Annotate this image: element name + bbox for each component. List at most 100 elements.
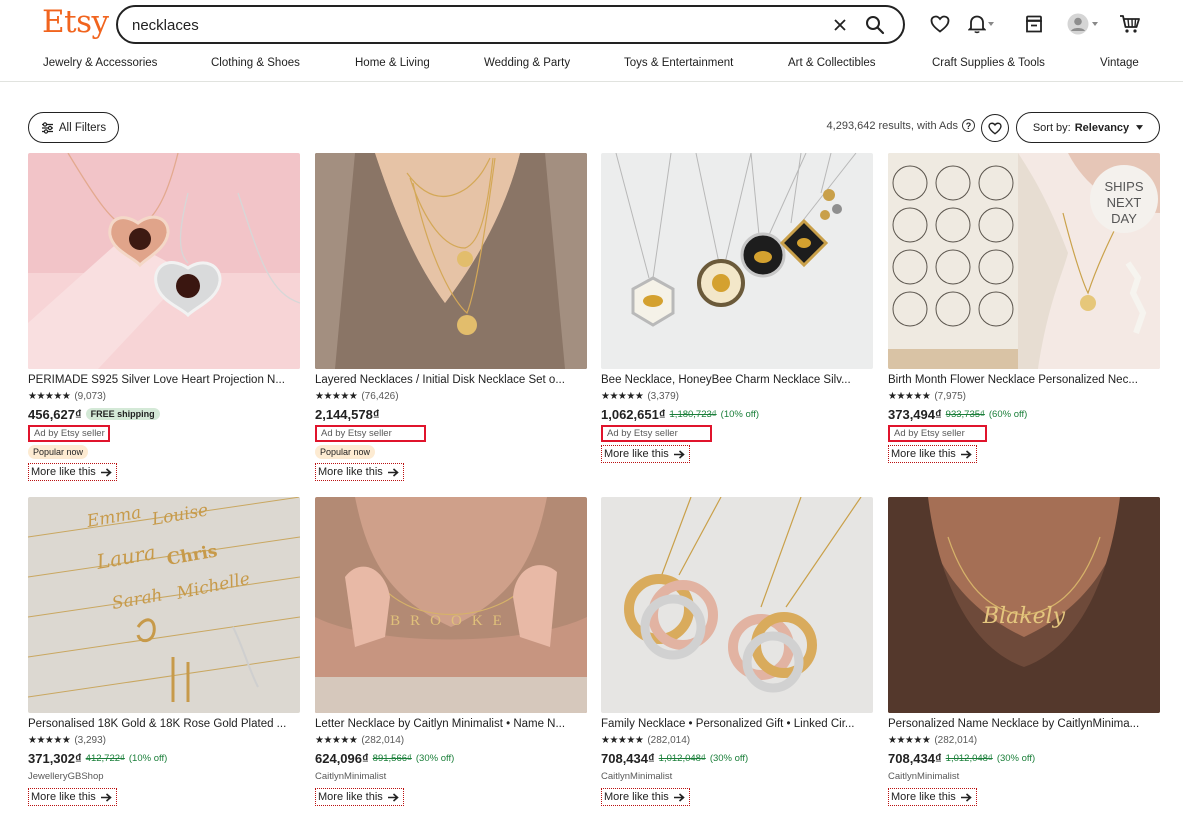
more-like-this-label: More like this <box>31 466 96 478</box>
price-row: 708,434₫ 1,012,048₫ (30% off) <box>888 750 1160 766</box>
more-like-this-button[interactable]: More like this <box>888 788 977 806</box>
listing-title[interactable]: Bee Necklace, HoneyBee Charm Necklace Si… <box>601 373 873 387</box>
chevron-down-icon <box>1091 22 1098 26</box>
arrow-right-icon <box>673 449 685 459</box>
more-like-this-button[interactable]: More like this <box>28 463 117 481</box>
review-count: (282,014) <box>647 735 691 746</box>
arrow-right-icon <box>387 792 399 802</box>
original-price: 933,735₫ <box>945 408 985 420</box>
ships-next-day-text-3: DAY <box>1111 211 1137 226</box>
listing-rating: ★★★★★ (3,379) <box>601 390 873 403</box>
listing-title[interactable]: Birth Month Flower Necklace Personalized… <box>888 373 1160 387</box>
ad-label: Ad by Etsy seller <box>601 425 712 442</box>
star-rating-icon: ★★★★★ <box>601 735 644 746</box>
listing-price: 456,627₫ <box>28 406 82 422</box>
more-like-this-button[interactable]: More like this <box>315 788 404 806</box>
listing-image[interactable] <box>601 497 873 713</box>
cart-button[interactable] <box>1117 11 1143 37</box>
listing-title[interactable]: Layered Necklaces / Initial Disk Necklac… <box>315 373 587 387</box>
more-like-this-button[interactable]: More like this <box>888 445 977 463</box>
close-icon <box>834 19 846 31</box>
category-home-living[interactable]: Home & Living <box>355 57 430 69</box>
price-row: 708,434₫ 1,012,048₫ (30% off) <box>601 750 873 766</box>
ad-label: Ad by Etsy seller <box>315 425 426 442</box>
listing-title[interactable]: Personalised 18K Gold & 18K Rose Gold Pl… <box>28 717 300 731</box>
listing-image[interactable]: Blakely <box>888 497 1160 713</box>
arrow-right-icon <box>960 449 972 459</box>
star-rating-icon: ★★★★★ <box>888 735 931 746</box>
clear-search-button[interactable] <box>826 11 854 39</box>
all-filters-button[interactable]: All Filters <box>28 112 119 143</box>
star-rating-icon: ★★★★★ <box>315 735 358 746</box>
category-nav: Jewelry & Accessories Clothing & Shoes H… <box>0 48 1183 82</box>
account-menu-button[interactable] <box>1062 11 1102 37</box>
popular-now-badge: Popular now <box>315 445 376 459</box>
notifications-button[interactable] <box>968 11 994 37</box>
arrow-right-icon <box>100 792 112 802</box>
more-like-this-button[interactable]: More like this <box>315 463 404 481</box>
listing-image[interactable] <box>28 153 300 369</box>
category-jewelry-accessories[interactable]: Jewelry & Accessories <box>43 57 157 69</box>
more-like-this-button[interactable]: More like this <box>601 788 690 806</box>
category-craft-supplies-tools[interactable]: Craft Supplies & Tools <box>932 57 1045 69</box>
listing-image[interactable]: SHIPS NEXT DAY <box>888 153 1160 369</box>
category-toys-entertainment[interactable]: Toys & Entertainment <box>624 57 733 69</box>
shop-name[interactable]: CaitlynMinimalist <box>601 771 873 782</box>
listing-price: 371,302₫ <box>28 750 82 766</box>
discount-percent: (30% off) <box>709 752 749 764</box>
listing-image[interactable]: BROOKE <box>315 497 587 713</box>
category-clothing-shoes[interactable]: Clothing & Shoes <box>211 57 300 69</box>
listing-title[interactable]: PERIMADE S925 Silver Love Heart Projecti… <box>28 373 300 387</box>
top-header: Etsy <box>0 0 1183 48</box>
original-price: 1,180,723₫ <box>669 408 717 420</box>
chevron-down-icon <box>1136 125 1144 130</box>
discount-percent: (60% off) <box>988 408 1028 420</box>
listing-title[interactable]: Personalized Name Necklace by CaitlynMin… <box>888 717 1160 731</box>
save-search-button[interactable] <box>981 114 1009 142</box>
chevron-down-icon <box>988 22 994 26</box>
heart-icon <box>988 122 1002 135</box>
shop-name[interactable]: CaitlynMinimalist <box>888 771 1160 782</box>
more-like-this-button[interactable]: More like this <box>601 445 690 463</box>
discount-percent: (10% off) <box>128 752 168 764</box>
category-wedding-party[interactable]: Wedding & Party <box>484 57 570 69</box>
more-like-this-button[interactable]: More like this <box>28 788 117 806</box>
bell-icon <box>968 15 986 34</box>
question-icon[interactable]: ? <box>962 119 975 132</box>
ad-label: Ad by Etsy seller <box>888 425 987 442</box>
listing-price: 708,434₫ <box>601 750 655 766</box>
category-vintage[interactable]: Vintage <box>1100 57 1139 69</box>
filter-sliders-icon <box>41 121 53 134</box>
search-input[interactable] <box>132 15 812 35</box>
favorites-button[interactable] <box>927 11 953 37</box>
etsy-logo[interactable]: Etsy <box>42 4 109 40</box>
review-count: (7,975) <box>934 391 967 402</box>
review-count: (76,426) <box>361 391 399 402</box>
listing-image[interactable]: Emma Louise Laura Chris Sarah Michelle <box>28 497 300 713</box>
listing-title[interactable]: Family Necklace • Personalized Gift • Li… <box>601 717 873 731</box>
star-rating-icon: ★★★★★ <box>28 735 71 746</box>
shop-name[interactable]: JewelleryGBShop <box>28 771 300 782</box>
free-shipping-badge: FREE shipping <box>85 408 160 420</box>
listing-image[interactable] <box>315 153 587 369</box>
original-price: 1,012,048₫ <box>658 752 706 764</box>
listing-rating: ★★★★★ (7,975) <box>888 390 1160 403</box>
more-like-this-label: More like this <box>891 448 956 460</box>
search-submit-button[interactable] <box>860 11 890 39</box>
shop-manager-button[interactable] <box>1021 11 1047 37</box>
listing-rating: ★★★★★ (282,014) <box>315 734 587 747</box>
listing-price: 2,144,578₫ <box>315 406 380 422</box>
star-rating-icon: ★★★★★ <box>28 391 71 402</box>
arrow-right-icon <box>100 467 112 477</box>
sort-dropdown[interactable]: Sort by: Relevancy <box>1016 112 1160 143</box>
listing-title[interactable]: Letter Necklace by Caitlyn Minimalist • … <box>315 717 587 731</box>
listing-image[interactable] <box>601 153 873 369</box>
category-art-collectibles[interactable]: Art & Collectibles <box>788 57 876 69</box>
more-like-this-label: More like this <box>604 791 669 803</box>
heart-icon <box>930 15 950 33</box>
all-filters-label: All Filters <box>58 121 107 134</box>
listing-price: 624,096₫ <box>315 750 369 766</box>
review-count: (3,293) <box>74 735 107 746</box>
shop-name[interactable]: CaitlynMinimalist <box>315 771 587 782</box>
review-count: (3,379) <box>647 391 680 402</box>
